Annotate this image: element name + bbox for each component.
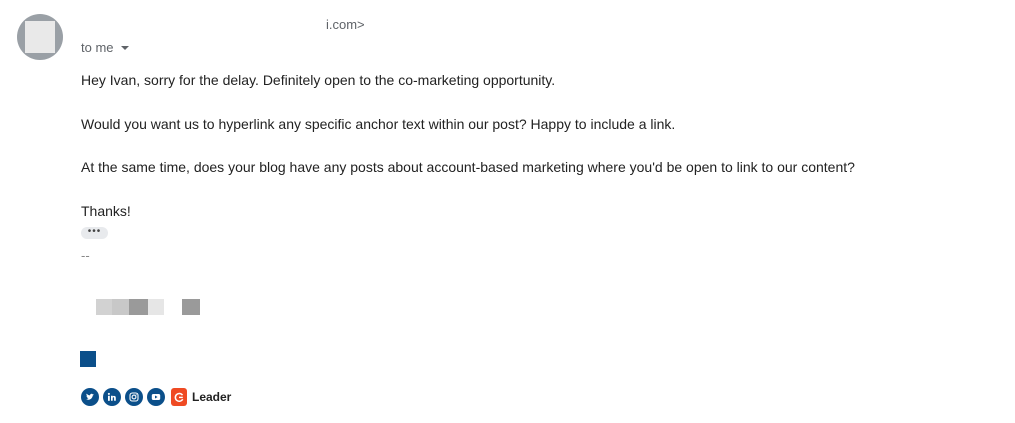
g2-logo-icon <box>171 388 187 406</box>
show-trimmed-content-button[interactable]: ••• <box>81 227 108 239</box>
instagram-icon[interactable] <box>125 388 143 406</box>
badge-label: Leader <box>192 390 232 404</box>
recipient-details-toggle[interactable]: to me <box>81 40 129 55</box>
chevron-down-icon <box>120 45 129 50</box>
linkedin-icon[interactable] <box>103 388 121 406</box>
body-paragraph-request: At the same time, does your blog have an… <box>81 159 855 175</box>
signature-separator: -- <box>81 248 90 263</box>
redacted-signature-block <box>182 299 200 315</box>
twitter-icon[interactable] <box>81 388 99 406</box>
redacted-signature-block <box>96 299 112 315</box>
sender-avatar[interactable] <box>17 14 63 60</box>
sender-email: i.com> <box>326 17 365 32</box>
youtube-icon[interactable] <box>147 388 165 406</box>
redacted-signature-block <box>129 299 148 315</box>
body-paragraph-greeting: Hey Ivan, sorry for the delay. Definitel… <box>81 72 556 88</box>
signature-social-links: Leader <box>81 388 231 406</box>
body-closing: Thanks! <box>81 203 131 219</box>
redacted-signature-block <box>112 299 129 315</box>
company-logo <box>80 351 96 367</box>
avatar-image <box>25 21 55 53</box>
body-paragraph-question: Would you want us to hyperlink any speci… <box>81 116 676 132</box>
redacted-signature-block <box>148 299 164 315</box>
recipient-label: to me <box>81 40 114 55</box>
